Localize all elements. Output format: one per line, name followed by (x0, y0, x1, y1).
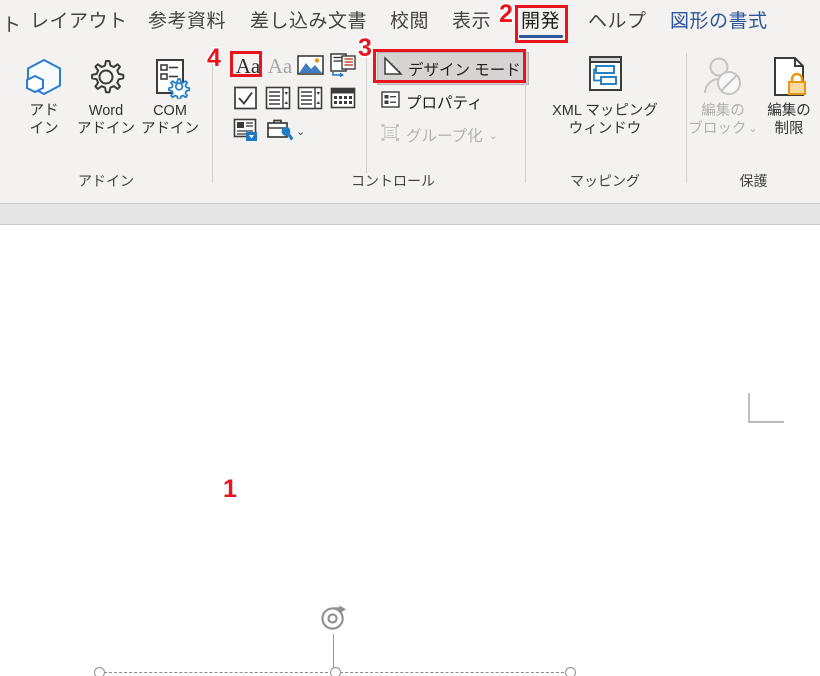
word-addin-button[interactable]: Word アドイン (74, 51, 138, 138)
word-addin-label-2: アドイン (77, 120, 135, 137)
restrict-editing-icon (757, 51, 820, 103)
resize-handle-top-center[interactable] (329, 667, 341, 676)
group-protect: 編集の ブロック ⌄ 編集の 制限 保護 (687, 45, 820, 200)
restrict-editing-label-2: 制限 (774, 120, 804, 137)
word-addin-gear-icon (74, 51, 138, 103)
group-mapping: XML マッピング ウィンドウ マッピング (526, 45, 684, 200)
ribbon-tab-bar: ト レイアウト 参考資料 差し込み文書 校閲 表示 開発 ヘルプ 図形の書式 (0, 0, 820, 45)
rotation-handle-line (333, 634, 334, 671)
block-authors-button: 編集の ブロック ⌄ (688, 51, 758, 139)
check-box-content-control-icon[interactable] (233, 86, 259, 112)
plain-text-content-control-icon[interactable]: Aa (265, 54, 295, 78)
picture-content-control-icon[interactable] (297, 53, 324, 79)
rotation-handle-icon[interactable] (320, 605, 348, 633)
addin-button-label-2: イン (29, 120, 59, 137)
restrict-editing-label-1: 編集の (767, 103, 811, 119)
building-block-gallery-icon[interactable] (330, 53, 356, 79)
annotation-number-1: 1 (223, 475, 237, 503)
page-margin-corner-mark (748, 393, 784, 423)
group-label-protect: 保護 (739, 173, 768, 189)
block-authors-label-2: ブロック (688, 120, 747, 137)
xml-mapping-label-1: XML マッピング (552, 103, 658, 119)
xml-mapping-pane-icon (550, 51, 660, 103)
properties-label: プロパティ (406, 95, 483, 112)
group-addins: アド イン Word アドイン COM アドイン アドイン (0, 45, 212, 200)
group-label-controls: コントロール (351, 173, 435, 189)
com-addin-label-2: アドイン (141, 120, 199, 137)
tab-view[interactable]: 表示 (452, 6, 491, 33)
drop-down-list-content-control-icon[interactable] (297, 86, 323, 112)
block-authors-label-2-row: ブロック ⌄ (688, 120, 757, 139)
repeating-section-content-control-icon[interactable] (233, 118, 259, 144)
xml-mapping-pane-button[interactable]: XML マッピング ウィンドウ (550, 51, 660, 138)
restrict-editing-button[interactable]: 編集の 制限 (757, 51, 820, 138)
annotation-number-3: 3 (358, 34, 372, 62)
annotation-number-4: 4 (207, 44, 221, 72)
grouping-button: グループ化 ⌄ (381, 123, 498, 147)
date-picker-content-control-icon[interactable] (330, 86, 356, 112)
group-label-mapping: マッピング (570, 173, 640, 189)
addin-button[interactable]: アド イン (12, 51, 76, 138)
tab-layout[interactable]: レイアウト (30, 6, 128, 33)
annotation-box-developer-tab (515, 5, 568, 43)
properties-icon (381, 90, 400, 114)
xml-mapping-label-2: ウィンドウ (568, 120, 642, 137)
tab-mailings[interactable]: 差し込み文書 (250, 6, 367, 33)
grouping-icon (381, 123, 400, 147)
com-addin-icon (138, 51, 202, 103)
resize-handle-top-left[interactable] (94, 667, 105, 676)
textbox-shape[interactable]: 名 前 ：↵ ↵ 受験する資格： りんご狩り技能試験↵ ↵ 級 ： １級 ２級↵ (94, 667, 576, 676)
annotation-number-2: 2 (499, 0, 513, 28)
block-authors-icon (691, 51, 755, 103)
annotation-box-design-mode (373, 49, 526, 83)
legacy-tools-icon[interactable] (266, 118, 294, 144)
document-page[interactable]: 名 前 ：↵ ↵ 受験する資格： りんご狩り技能試験↵ ↵ 級 ： １級 ２級↵ (0, 226, 820, 676)
grouping-chevron-down-icon: ⌄ (488, 129, 498, 142)
annotation-box-rich-text-control (230, 51, 262, 77)
group-label-addins: アドイン (78, 173, 134, 189)
ribbon-bottom-border (0, 200, 820, 204)
tab-references[interactable]: 参考資料 (148, 6, 226, 33)
addin-hexagon-icon (12, 51, 76, 103)
tab-help[interactable]: ヘルプ (588, 6, 647, 33)
combo-box-content-control-icon[interactable] (265, 86, 291, 112)
legacy-tools-chevron-down-icon[interactable]: ⌄ (296, 125, 305, 138)
tab-review[interactable]: 校閲 (390, 6, 429, 33)
grouping-label: グループ化 (406, 128, 483, 145)
tab-clipped-edge: ト (2, 15, 22, 36)
controls-inner-separator (366, 53, 367, 173)
word-addin-label-1: Word (88, 103, 124, 119)
resize-handle-top-right[interactable] (565, 667, 576, 676)
word-window: ト レイアウト 参考資料 差し込み文書 校閲 表示 開発 ヘルプ 図形の書式 ア… (0, 0, 820, 676)
block-authors-label-1: 編集の (701, 103, 745, 119)
ribbon: ト レイアウト 参考資料 差し込み文書 校閲 表示 開発 ヘルプ 図形の書式 ア… (0, 0, 820, 200)
properties-button[interactable]: プロパティ (381, 90, 483, 114)
com-addin-label-1: COM (153, 103, 187, 119)
addin-button-label-1: アド (29, 103, 59, 119)
com-addin-button[interactable]: COM アドイン (138, 51, 202, 138)
tab-shape-format[interactable]: 図形の書式 (670, 6, 768, 33)
